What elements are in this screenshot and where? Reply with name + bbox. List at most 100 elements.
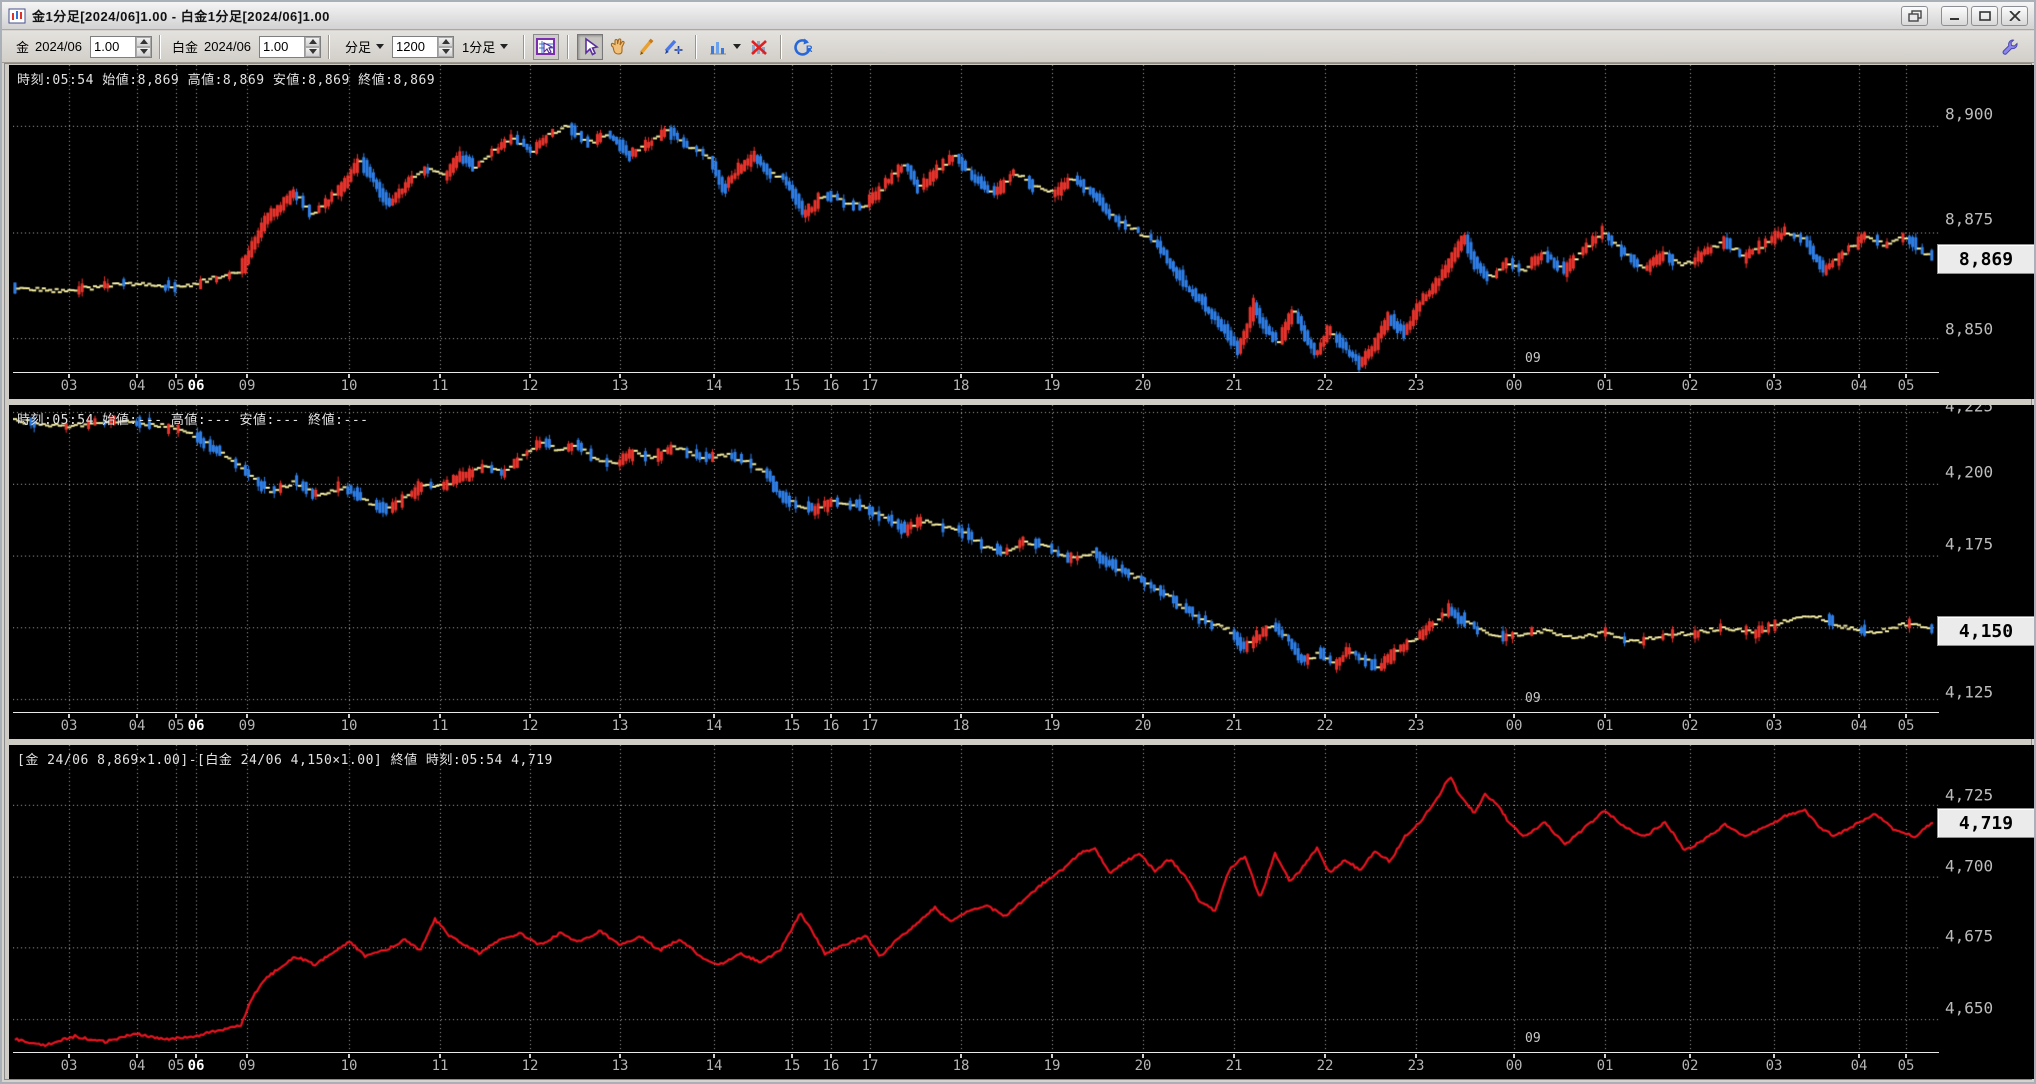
x-axis-tick-label: 04 bbox=[1850, 378, 1868, 394]
gold-ratio-spinner[interactable] bbox=[90, 35, 153, 58]
gold-price-axis: 8,900 8,875 8,850 8,869 bbox=[1937, 65, 2034, 399]
x-axis-tick-label: 05 bbox=[167, 1058, 185, 1074]
x-axis-tick-label: 00 bbox=[1505, 1058, 1523, 1074]
interval-type-dropdown[interactable]: 分足 bbox=[345, 37, 385, 56]
x-axis-tick-label: 11 bbox=[431, 378, 449, 394]
titlebar[interactable]: 金1分足[2024/06]1.00 - 白金1分足[2024/06]1.00 bbox=[2, 2, 2034, 30]
spread-chart-panel: [金 24/06 8,869×1.00]-[白金 24/06 4,150×1.0… bbox=[9, 745, 2034, 1079]
marker-crosshair-button[interactable] bbox=[661, 34, 687, 60]
x-axis-tick-label: 09 bbox=[238, 1058, 256, 1074]
date-marker: 09 bbox=[1525, 351, 1541, 366]
gold-ohlc-readout: 時刻:05:54 始値:8,869 高値:8,869 安値:8,869 終値:8… bbox=[17, 73, 436, 88]
x-axis-tick-label: 15 bbox=[783, 378, 801, 394]
x-axis-tick-label: 05 bbox=[167, 378, 185, 394]
pan-hand-button[interactable] bbox=[605, 34, 631, 60]
close-button[interactable] bbox=[2001, 5, 2028, 26]
x-axis-tick-label: 16 bbox=[822, 718, 840, 734]
x-axis-tick-label: 05 bbox=[1897, 718, 1915, 734]
x-axis-tick-label: 06 bbox=[187, 1058, 205, 1074]
timeframe-dropdown[interactable]: 1分足 bbox=[462, 37, 509, 56]
x-axis-tick-label: 17 bbox=[861, 718, 879, 734]
x-axis-tick-label: 20 bbox=[1134, 378, 1152, 394]
x-axis-tick-label: 03 bbox=[60, 1058, 78, 1074]
platinum-ratio-up-button[interactable] bbox=[305, 36, 321, 47]
select-cursor-button[interactable] bbox=[577, 33, 604, 60]
x-axis-tick-label: 02 bbox=[1681, 718, 1699, 734]
bar-chart-button[interactable] bbox=[705, 34, 731, 60]
bar-count-down-button[interactable] bbox=[438, 46, 454, 57]
x-axis-tick-label: 19 bbox=[1043, 378, 1061, 394]
spread-formula-readout: [金 24/06 8,869×1.00]-[白金 24/06 4,150×1.0… bbox=[17, 753, 553, 768]
toolbar: 金 2024/06 白金 2024/06 分足 bbox=[2, 31, 2034, 63]
gold-candlestick-plot[interactable] bbox=[13, 65, 1939, 373]
gold-ratio-up-button[interactable] bbox=[136, 36, 152, 47]
platinum-label: 白金 bbox=[172, 40, 199, 55]
x-axis-tick-label: 04 bbox=[1850, 718, 1868, 734]
platinum-ratio-down-button[interactable] bbox=[305, 46, 321, 57]
x-axis-tick-label: 05 bbox=[167, 718, 185, 734]
y-axis-tick-label: 8,900 bbox=[1945, 104, 1994, 124]
y-axis-tick-label: 4,675 bbox=[1945, 926, 1994, 946]
x-axis-tick-label: 06 bbox=[187, 718, 205, 734]
x-axis-tick-label: 03 bbox=[1765, 718, 1783, 734]
gold-contract-month[interactable]: 2024/06 bbox=[35, 39, 82, 54]
platinum-ratio-spinner[interactable] bbox=[259, 35, 322, 58]
windows-icon[interactable] bbox=[1901, 5, 1928, 26]
platinum-contract-month[interactable]: 2024/06 bbox=[204, 39, 251, 54]
x-axis-tick-label: 14 bbox=[705, 378, 723, 394]
svg-text:R: R bbox=[806, 44, 813, 54]
y-axis-tick-label: 4,175 bbox=[1945, 534, 1994, 554]
y-axis-tick-label: 8,875 bbox=[1945, 209, 1994, 229]
x-axis-tick-label: 11 bbox=[431, 1058, 449, 1074]
last-price-box: 4,150 bbox=[1937, 616, 2034, 646]
minimize-button[interactable] bbox=[1941, 5, 1968, 26]
x-axis-tick-label: 13 bbox=[611, 718, 629, 734]
pencil-button[interactable] bbox=[633, 34, 659, 60]
x-axis-tick-label: 13 bbox=[611, 378, 629, 394]
timeframe-label: 1分足 bbox=[462, 40, 496, 55]
bar-chart-remove-button[interactable] bbox=[746, 34, 772, 60]
y-axis-tick-label: 4,650 bbox=[1945, 998, 1994, 1018]
chart-area: 時刻:05:54 始値:8,869 高値:8,869 安値:8,869 終値:8… bbox=[4, 63, 2034, 1080]
refresh-button[interactable]: R bbox=[790, 34, 816, 60]
wrench-icon[interactable] bbox=[1997, 34, 2023, 60]
x-axis-tick-label: 12 bbox=[521, 718, 539, 734]
maximize-button[interactable] bbox=[1971, 5, 1998, 26]
bar-count-up-button[interactable] bbox=[438, 36, 454, 47]
x-axis-tick-label: 06 bbox=[187, 378, 205, 394]
x-axis-tick-label: 03 bbox=[1765, 1058, 1783, 1074]
x-axis-tick-label: 18 bbox=[952, 718, 970, 734]
toolbar-separator bbox=[780, 34, 783, 59]
chart-cursor-settings-button[interactable] bbox=[533, 33, 560, 60]
chevron-down-icon[interactable] bbox=[733, 44, 742, 49]
x-axis-tick-label: 20 bbox=[1134, 1058, 1152, 1074]
x-axis-tick-label: 19 bbox=[1043, 718, 1061, 734]
x-axis-tick-label: 23 bbox=[1407, 1058, 1425, 1074]
toolbar-separator bbox=[695, 34, 698, 59]
bar-count-input[interactable] bbox=[393, 36, 438, 57]
toolbar-separator bbox=[523, 34, 526, 59]
x-axis-tick-label: 12 bbox=[521, 1058, 539, 1074]
x-axis-tick-label: 14 bbox=[705, 718, 723, 734]
gold-chart-panel: 時刻:05:54 始値:8,869 高値:8,869 安値:8,869 終値:8… bbox=[9, 65, 2034, 399]
x-axis-tick-label: 12 bbox=[521, 378, 539, 394]
spread-line-plot[interactable] bbox=[13, 745, 1939, 1053]
gold-ratio-input[interactable] bbox=[91, 36, 136, 57]
toolbar-separator bbox=[567, 34, 570, 59]
bar-count-spinner[interactable] bbox=[392, 35, 455, 58]
gold-ratio-down-button[interactable] bbox=[136, 46, 152, 57]
x-axis-tick-label: 19 bbox=[1043, 1058, 1061, 1074]
platinum-ohlc-readout: 時刻:05:54 始値:--- 高値:--- 安値:--- 終値:--- bbox=[17, 413, 369, 428]
x-axis-tick-label: 17 bbox=[861, 1058, 879, 1074]
gold-label: 金 bbox=[16, 40, 30, 55]
platinum-ratio-input[interactable] bbox=[260, 36, 305, 57]
x-axis-tick-label: 21 bbox=[1225, 378, 1243, 394]
x-axis-tick-label: 21 bbox=[1225, 1058, 1243, 1074]
platinum-price-axis: 4,225 4,200 4,175 4,125 4,150 bbox=[1937, 405, 2034, 739]
y-axis-tick-label: 4,725 bbox=[1945, 785, 1994, 805]
y-axis-tick-label: 4,225 bbox=[1945, 405, 1994, 416]
platinum-candlestick-plot[interactable] bbox=[13, 405, 1939, 713]
x-axis-tick-label: 13 bbox=[611, 1058, 629, 1074]
x-axis-tick-label: 04 bbox=[128, 1058, 146, 1074]
x-axis-tick-label: 17 bbox=[861, 378, 879, 394]
